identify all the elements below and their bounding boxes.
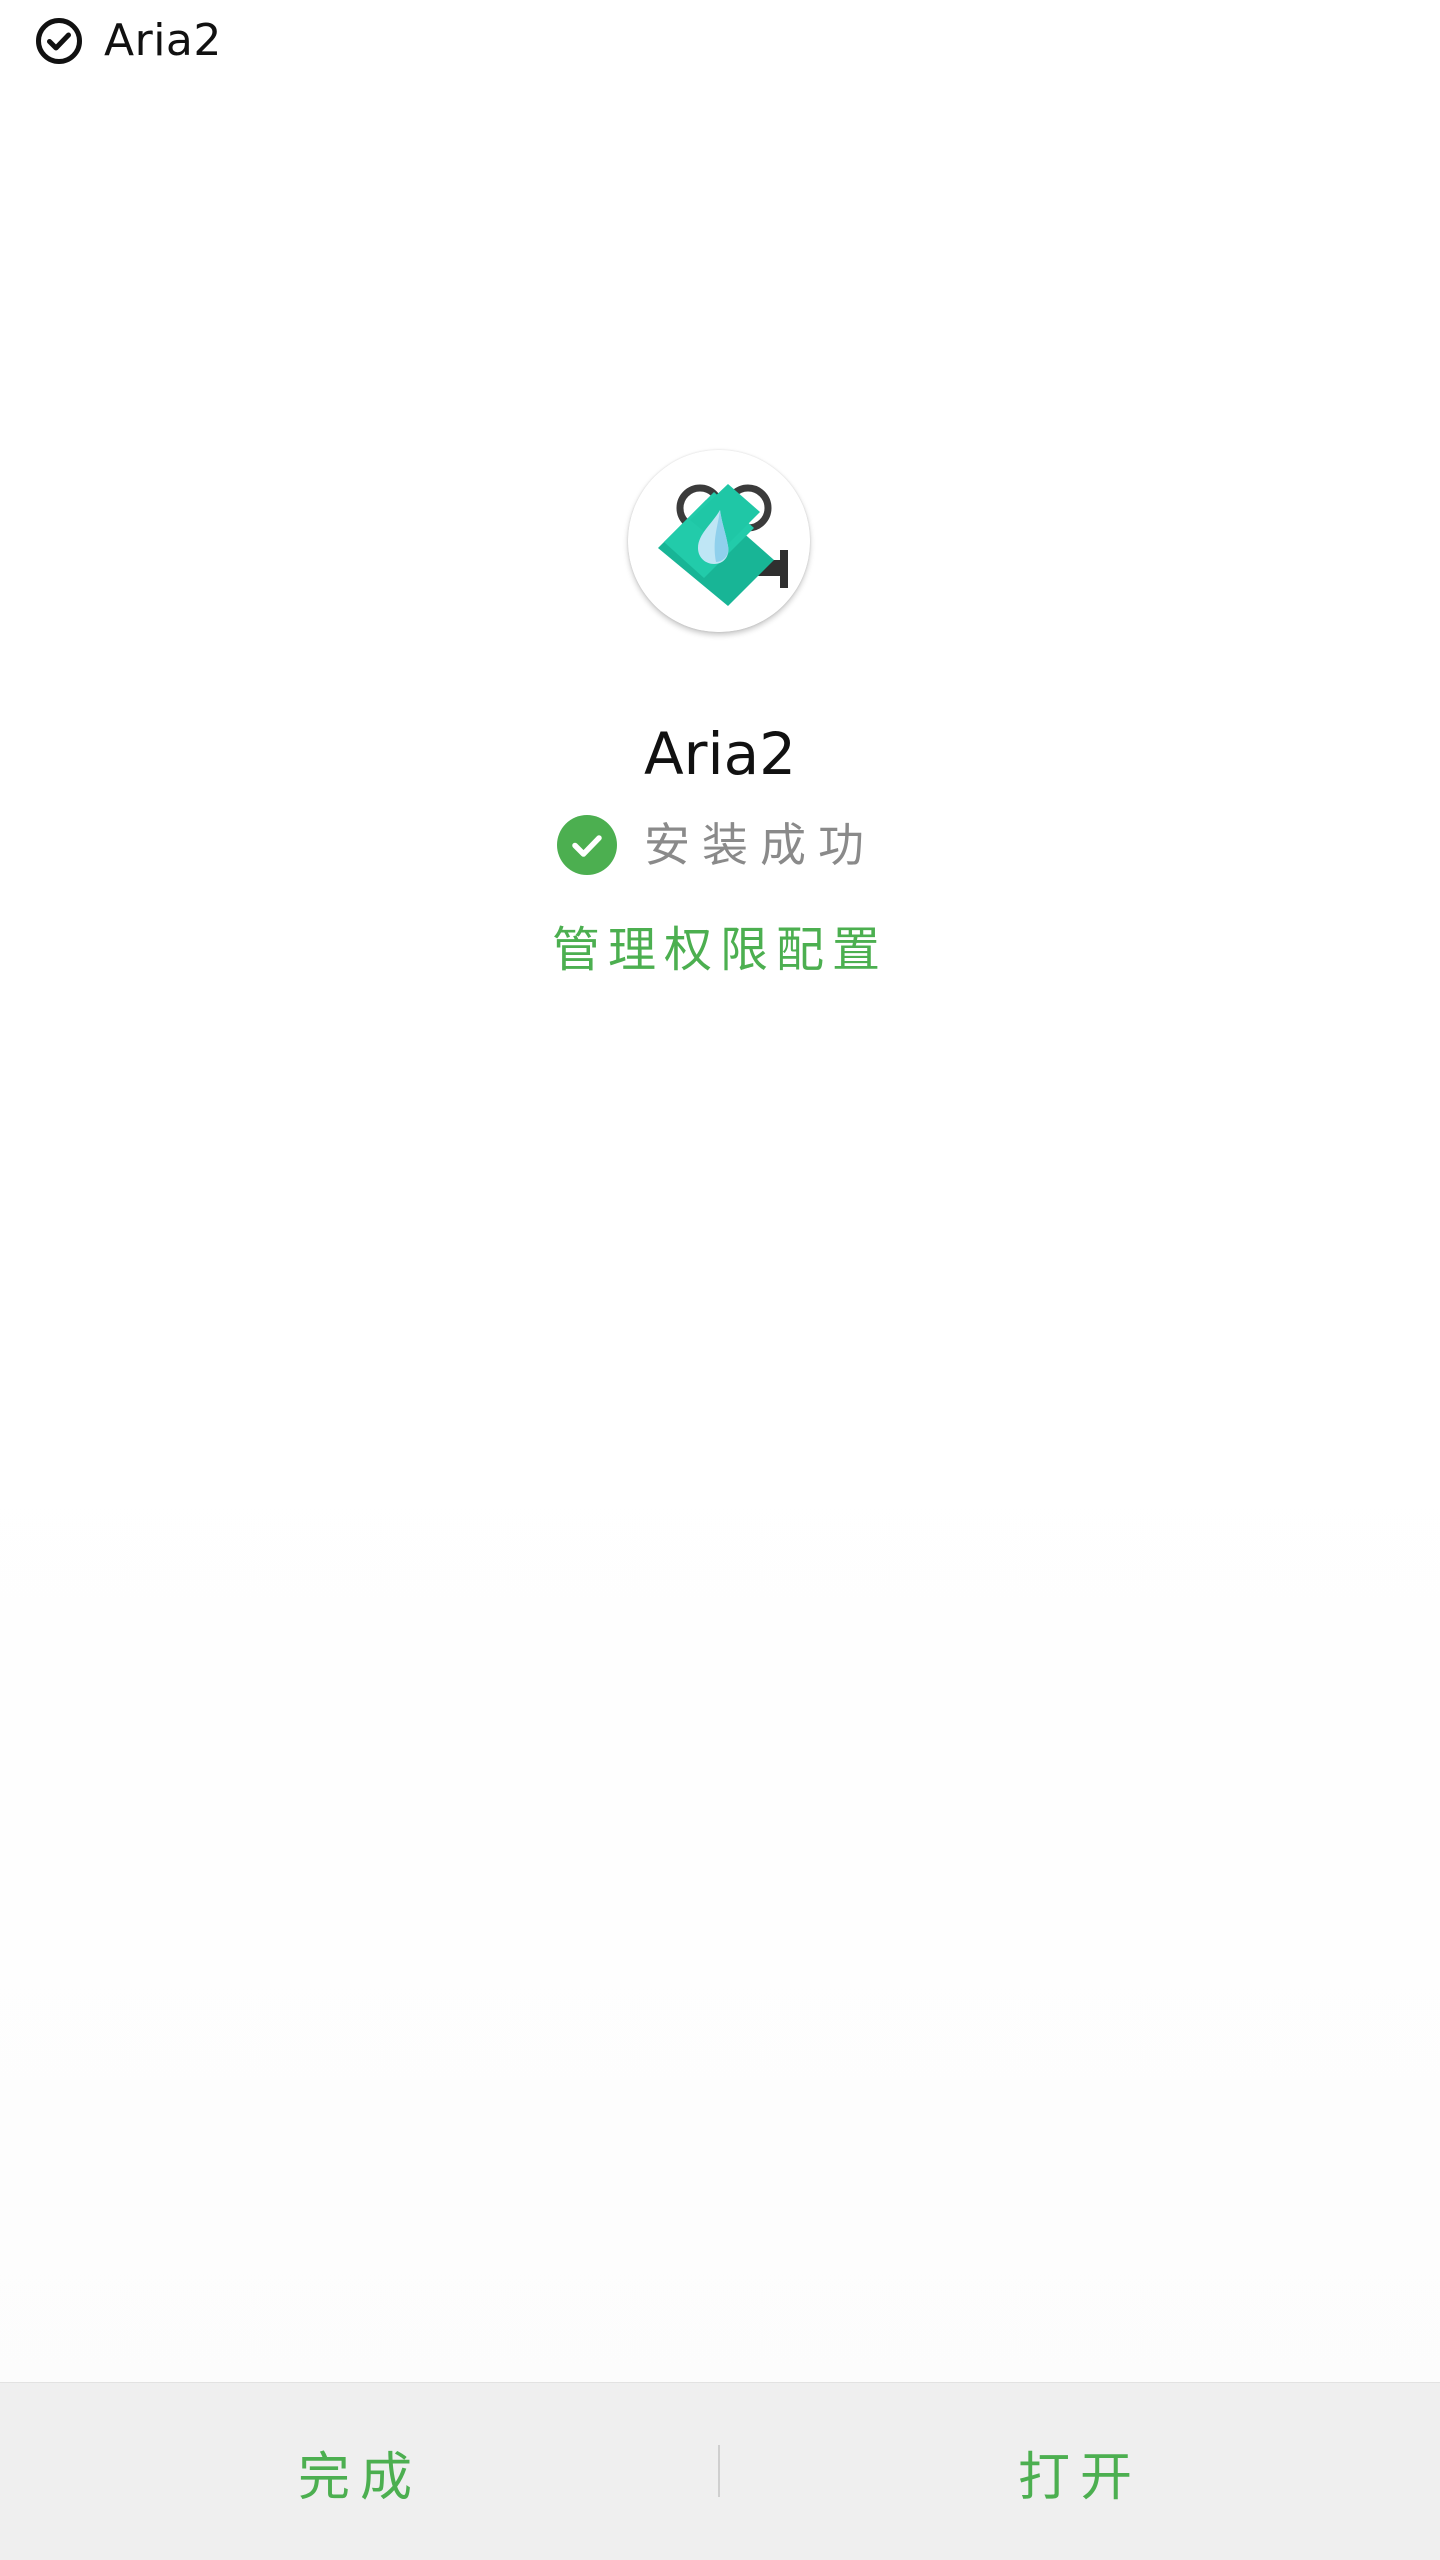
install-status-text: 安装成功 — [644, 818, 876, 872]
install-result-screen: Aria2 Aria2 安装成功 管理权限配置 完成 打开 — [0, 0, 1440, 2560]
bottom-action-bar: 完成 打开 — [0, 2382, 1440, 2560]
aria2-app-icon — [628, 450, 810, 632]
top-bar: Aria2 — [0, 0, 1440, 82]
app-title: Aria2 — [104, 15, 222, 66]
app-name: Aria2 — [643, 720, 797, 788]
button-divider — [718, 2445, 720, 2497]
check-circle-filled-icon — [556, 814, 618, 876]
check-circle-icon — [34, 16, 84, 66]
open-button[interactable]: 打开 — [720, 2383, 1440, 2560]
done-button[interactable]: 完成 — [0, 2383, 720, 2560]
manage-permissions-link[interactable]: 管理权限配置 — [0, 916, 1440, 984]
install-status: 安装成功 — [0, 812, 1440, 878]
